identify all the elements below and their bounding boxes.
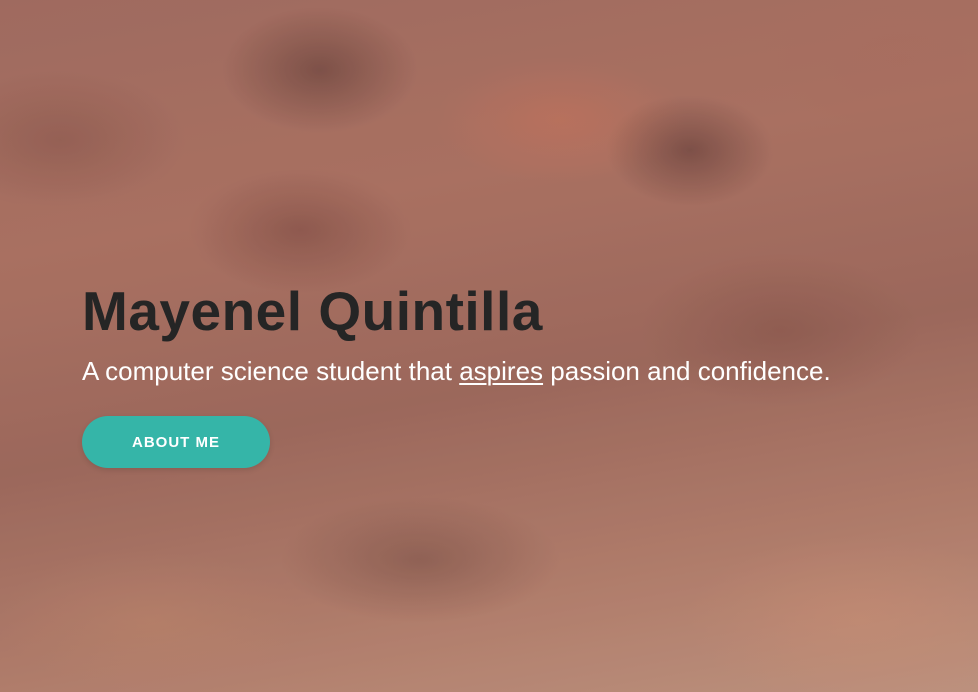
subtitle-text-end: passion and confidence. xyxy=(543,356,831,386)
hero-content: Mayenel Quintilla A computer science stu… xyxy=(82,276,831,468)
hero-subtitle: A computer science student that aspires … xyxy=(82,354,831,388)
hero-title: Mayenel Quintilla xyxy=(82,280,543,342)
hero-section: Mayenel Quintilla A computer science stu… xyxy=(0,0,978,692)
subtitle-text-start: A computer science student that xyxy=(82,356,460,386)
about-me-button[interactable]: ABOUT ME xyxy=(82,416,270,468)
aspires-link[interactable]: aspires xyxy=(459,356,543,386)
